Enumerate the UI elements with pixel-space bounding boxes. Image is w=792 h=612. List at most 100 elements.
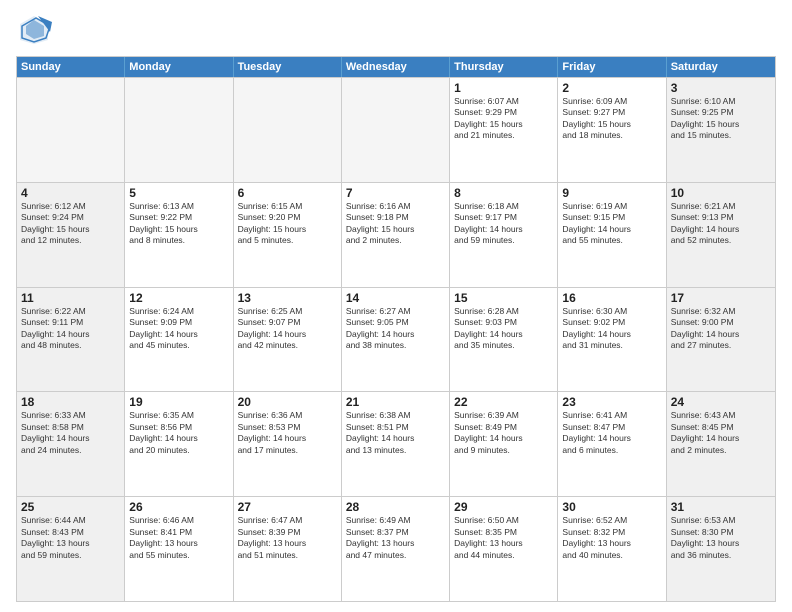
- calendar-cell-empty: [342, 78, 450, 182]
- cell-info: Sunrise: 6:19 AM Sunset: 9:15 PM Dayligh…: [562, 201, 661, 247]
- calendar-cell-day-23: 23Sunrise: 6:41 AM Sunset: 8:47 PM Dayli…: [558, 392, 666, 496]
- cell-info: Sunrise: 6:15 AM Sunset: 9:20 PM Dayligh…: [238, 201, 337, 247]
- calendar-cell-day-25: 25Sunrise: 6:44 AM Sunset: 8:43 PM Dayli…: [17, 497, 125, 601]
- day-header-monday: Monday: [125, 57, 233, 77]
- calendar-cell-day-24: 24Sunrise: 6:43 AM Sunset: 8:45 PM Dayli…: [667, 392, 775, 496]
- calendar-cell-day-21: 21Sunrise: 6:38 AM Sunset: 8:51 PM Dayli…: [342, 392, 450, 496]
- day-header-wednesday: Wednesday: [342, 57, 450, 77]
- calendar-cell-empty: [234, 78, 342, 182]
- calendar-cell-day-6: 6Sunrise: 6:15 AM Sunset: 9:20 PM Daylig…: [234, 183, 342, 287]
- day-number: 14: [346, 291, 445, 305]
- cell-info: Sunrise: 6:43 AM Sunset: 8:45 PM Dayligh…: [671, 410, 771, 456]
- cell-info: Sunrise: 6:38 AM Sunset: 8:51 PM Dayligh…: [346, 410, 445, 456]
- cell-info: Sunrise: 6:50 AM Sunset: 8:35 PM Dayligh…: [454, 515, 553, 561]
- logo: [16, 12, 58, 48]
- calendar-cell-day-5: 5Sunrise: 6:13 AM Sunset: 9:22 PM Daylig…: [125, 183, 233, 287]
- day-header-thursday: Thursday: [450, 57, 558, 77]
- cell-info: Sunrise: 6:25 AM Sunset: 9:07 PM Dayligh…: [238, 306, 337, 352]
- day-number: 26: [129, 500, 228, 514]
- day-header-tuesday: Tuesday: [234, 57, 342, 77]
- calendar-week-2: 4Sunrise: 6:12 AM Sunset: 9:24 PM Daylig…: [17, 182, 775, 287]
- calendar-cell-day-18: 18Sunrise: 6:33 AM Sunset: 8:58 PM Dayli…: [17, 392, 125, 496]
- cell-info: Sunrise: 6:28 AM Sunset: 9:03 PM Dayligh…: [454, 306, 553, 352]
- calendar-cell-day-15: 15Sunrise: 6:28 AM Sunset: 9:03 PM Dayli…: [450, 288, 558, 392]
- day-number: 20: [238, 395, 337, 409]
- logo-icon: [16, 12, 52, 48]
- day-number: 28: [346, 500, 445, 514]
- cell-info: Sunrise: 6:22 AM Sunset: 9:11 PM Dayligh…: [21, 306, 120, 352]
- day-number: 19: [129, 395, 228, 409]
- calendar-cell-day-19: 19Sunrise: 6:35 AM Sunset: 8:56 PM Dayli…: [125, 392, 233, 496]
- calendar-cell-day-4: 4Sunrise: 6:12 AM Sunset: 9:24 PM Daylig…: [17, 183, 125, 287]
- day-number: 31: [671, 500, 771, 514]
- day-header-sunday: Sunday: [17, 57, 125, 77]
- day-number: 2: [562, 81, 661, 95]
- calendar-cell-day-7: 7Sunrise: 6:16 AM Sunset: 9:18 PM Daylig…: [342, 183, 450, 287]
- cell-info: Sunrise: 6:35 AM Sunset: 8:56 PM Dayligh…: [129, 410, 228, 456]
- calendar-week-1: 1Sunrise: 6:07 AM Sunset: 9:29 PM Daylig…: [17, 77, 775, 182]
- calendar-cell-day-26: 26Sunrise: 6:46 AM Sunset: 8:41 PM Dayli…: [125, 497, 233, 601]
- cell-info: Sunrise: 6:10 AM Sunset: 9:25 PM Dayligh…: [671, 96, 771, 142]
- calendar-cell-day-20: 20Sunrise: 6:36 AM Sunset: 8:53 PM Dayli…: [234, 392, 342, 496]
- day-number: 24: [671, 395, 771, 409]
- day-number: 1: [454, 81, 553, 95]
- calendar-cell-day-3: 3Sunrise: 6:10 AM Sunset: 9:25 PM Daylig…: [667, 78, 775, 182]
- day-number: 18: [21, 395, 120, 409]
- calendar-cell-day-14: 14Sunrise: 6:27 AM Sunset: 9:05 PM Dayli…: [342, 288, 450, 392]
- day-number: 29: [454, 500, 553, 514]
- cell-info: Sunrise: 6:18 AM Sunset: 9:17 PM Dayligh…: [454, 201, 553, 247]
- day-number: 3: [671, 81, 771, 95]
- calendar-cell-day-10: 10Sunrise: 6:21 AM Sunset: 9:13 PM Dayli…: [667, 183, 775, 287]
- calendar-cell-day-8: 8Sunrise: 6:18 AM Sunset: 9:17 PM Daylig…: [450, 183, 558, 287]
- day-header-saturday: Saturday: [667, 57, 775, 77]
- calendar-cell-day-27: 27Sunrise: 6:47 AM Sunset: 8:39 PM Dayli…: [234, 497, 342, 601]
- day-number: 23: [562, 395, 661, 409]
- day-number: 17: [671, 291, 771, 305]
- calendar-cell-day-16: 16Sunrise: 6:30 AM Sunset: 9:02 PM Dayli…: [558, 288, 666, 392]
- calendar-cell-day-13: 13Sunrise: 6:25 AM Sunset: 9:07 PM Dayli…: [234, 288, 342, 392]
- calendar-cell-day-29: 29Sunrise: 6:50 AM Sunset: 8:35 PM Dayli…: [450, 497, 558, 601]
- cell-info: Sunrise: 6:52 AM Sunset: 8:32 PM Dayligh…: [562, 515, 661, 561]
- calendar-body: 1Sunrise: 6:07 AM Sunset: 9:29 PM Daylig…: [17, 77, 775, 601]
- day-number: 7: [346, 186, 445, 200]
- calendar-week-3: 11Sunrise: 6:22 AM Sunset: 9:11 PM Dayli…: [17, 287, 775, 392]
- day-number: 9: [562, 186, 661, 200]
- day-number: 30: [562, 500, 661, 514]
- cell-info: Sunrise: 6:47 AM Sunset: 8:39 PM Dayligh…: [238, 515, 337, 561]
- calendar-cell-day-17: 17Sunrise: 6:32 AM Sunset: 9:00 PM Dayli…: [667, 288, 775, 392]
- day-number: 10: [671, 186, 771, 200]
- calendar-week-5: 25Sunrise: 6:44 AM Sunset: 8:43 PM Dayli…: [17, 496, 775, 601]
- day-header-friday: Friday: [558, 57, 666, 77]
- day-number: 6: [238, 186, 337, 200]
- cell-info: Sunrise: 6:32 AM Sunset: 9:00 PM Dayligh…: [671, 306, 771, 352]
- cell-info: Sunrise: 6:39 AM Sunset: 8:49 PM Dayligh…: [454, 410, 553, 456]
- calendar-cell-day-31: 31Sunrise: 6:53 AM Sunset: 8:30 PM Dayli…: [667, 497, 775, 601]
- cell-info: Sunrise: 6:21 AM Sunset: 9:13 PM Dayligh…: [671, 201, 771, 247]
- cell-info: Sunrise: 6:41 AM Sunset: 8:47 PM Dayligh…: [562, 410, 661, 456]
- day-number: 4: [21, 186, 120, 200]
- day-number: 15: [454, 291, 553, 305]
- cell-info: Sunrise: 6:16 AM Sunset: 9:18 PM Dayligh…: [346, 201, 445, 247]
- cell-info: Sunrise: 6:49 AM Sunset: 8:37 PM Dayligh…: [346, 515, 445, 561]
- day-number: 21: [346, 395, 445, 409]
- page: SundayMondayTuesdayWednesdayThursdayFrid…: [0, 0, 792, 612]
- cell-info: Sunrise: 6:30 AM Sunset: 9:02 PM Dayligh…: [562, 306, 661, 352]
- cell-info: Sunrise: 6:36 AM Sunset: 8:53 PM Dayligh…: [238, 410, 337, 456]
- calendar-cell-day-2: 2Sunrise: 6:09 AM Sunset: 9:27 PM Daylig…: [558, 78, 666, 182]
- day-number: 13: [238, 291, 337, 305]
- calendar-cell-day-12: 12Sunrise: 6:24 AM Sunset: 9:09 PM Dayli…: [125, 288, 233, 392]
- calendar-cell-day-28: 28Sunrise: 6:49 AM Sunset: 8:37 PM Dayli…: [342, 497, 450, 601]
- calendar-cell-day-11: 11Sunrise: 6:22 AM Sunset: 9:11 PM Dayli…: [17, 288, 125, 392]
- cell-info: Sunrise: 6:09 AM Sunset: 9:27 PM Dayligh…: [562, 96, 661, 142]
- day-number: 22: [454, 395, 553, 409]
- calendar: SundayMondayTuesdayWednesdayThursdayFrid…: [16, 56, 776, 602]
- day-number: 8: [454, 186, 553, 200]
- calendar-cell-empty: [17, 78, 125, 182]
- day-number: 16: [562, 291, 661, 305]
- day-number: 12: [129, 291, 228, 305]
- cell-info: Sunrise: 6:44 AM Sunset: 8:43 PM Dayligh…: [21, 515, 120, 561]
- calendar-cell-day-9: 9Sunrise: 6:19 AM Sunset: 9:15 PM Daylig…: [558, 183, 666, 287]
- cell-info: Sunrise: 6:24 AM Sunset: 9:09 PM Dayligh…: [129, 306, 228, 352]
- calendar-cell-day-22: 22Sunrise: 6:39 AM Sunset: 8:49 PM Dayli…: [450, 392, 558, 496]
- calendar-week-4: 18Sunrise: 6:33 AM Sunset: 8:58 PM Dayli…: [17, 391, 775, 496]
